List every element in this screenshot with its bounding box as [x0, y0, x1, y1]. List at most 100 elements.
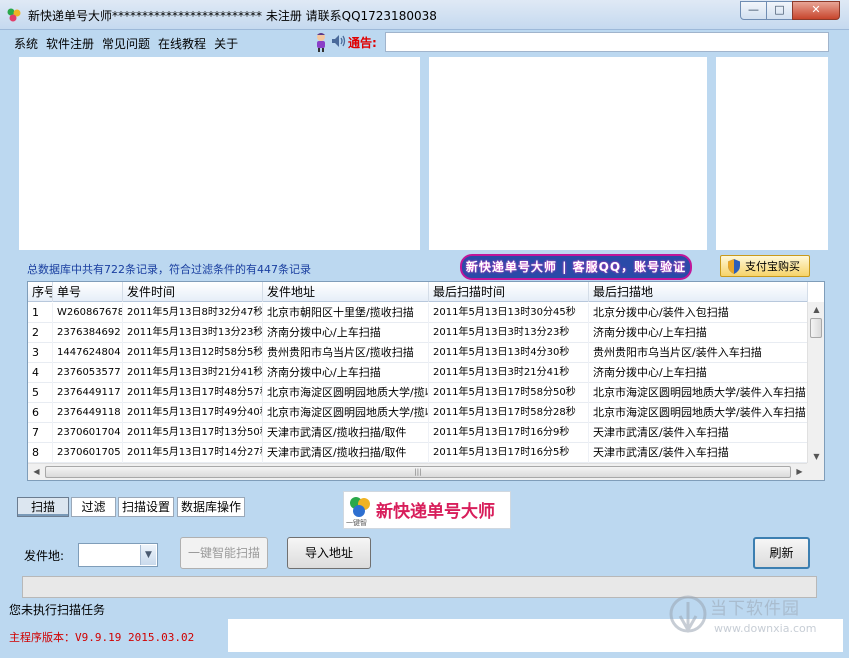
- cell-index: 3: [28, 343, 53, 363]
- logo-subtitle: 一键智: [346, 519, 367, 527]
- from-location-select[interactable]: ▼: [78, 543, 158, 567]
- cell-send-time: 2011年5月13日17时14分27秒: [123, 443, 263, 463]
- scroll-up-icon[interactable]: ▲: [808, 302, 824, 318]
- close-button[interactable]: ✕: [792, 1, 840, 20]
- cell-send-time: 2011年5月13日12时58分5秒: [123, 343, 263, 363]
- vertical-scrollbar[interactable]: ▲ ▼: [807, 302, 824, 465]
- minimize-button[interactable]: —: [740, 1, 767, 20]
- tab-database[interactable]: 数据库操作: [177, 497, 245, 517]
- menu-item-register[interactable]: 软件注册: [46, 35, 94, 51]
- notice-label: 通告:: [348, 36, 377, 50]
- menu-item-faq[interactable]: 常见问题: [102, 35, 150, 51]
- cell-send-address: 北京市海淀区圆明园地质大学/揽收扫描: [263, 403, 429, 423]
- cell-last-scan-time: 2011年5月13日13时4分30秒: [429, 343, 589, 363]
- from-location-label: 发件地:: [24, 549, 65, 563]
- table-row[interactable]: 5 2376449117 2011年5月13日17时48分57秒 北京市海淀区圆明园地…: [28, 383, 808, 403]
- vertical-scroll-thumb[interactable]: [810, 318, 822, 338]
- table-row[interactable]: 7 2370601704 2011年5月13日17时13分50秒 天津市武清区/揽收扫…: [28, 423, 808, 443]
- cell-last-scan-location: 贵州贵阳市乌当片区/装件入车扫描: [589, 343, 808, 363]
- smart-scan-button[interactable]: 一键智能扫描: [180, 537, 268, 569]
- cell-send-time: 2011年5月13日17时13分50秒: [123, 423, 263, 443]
- cell-last-scan-time: 2011年5月13日13时30分45秒: [429, 303, 589, 323]
- table-row[interactable]: 4 2376053577 2011年5月13日3时21分41秒 济南分拨中心/上车扫描…: [28, 363, 808, 383]
- table-body: 1 W260867678 2011年5月13日8时32分47秒 北京市朝阳区十里堡/揽…: [28, 303, 808, 463]
- cell-index: 2: [28, 323, 53, 343]
- column-header-tracking-number[interactable]: 单号: [53, 282, 123, 302]
- column-header-index[interactable]: 序号: [28, 282, 53, 302]
- mascot-icon: [317, 33, 325, 52]
- cell-last-scan-location: 济南分拨中心/上车扫描: [589, 323, 808, 343]
- cell-index: 1: [28, 303, 53, 323]
- table-row[interactable]: 1 W260867678 2011年5月13日8时32分47秒 北京市朝阳区十里堡/揽…: [28, 303, 808, 323]
- left-panel: [19, 57, 420, 250]
- product-logo: 新快递单号大师 一键智: [343, 491, 511, 529]
- chevron-down-icon[interactable]: ▼: [140, 545, 156, 565]
- menu-item-tutorial[interactable]: 在线教程: [158, 35, 206, 51]
- tab-scan-settings[interactable]: 扫描设置: [118, 497, 174, 517]
- cell-send-address: 济南分拨中心/上车扫描: [263, 363, 429, 383]
- horizontal-scroll-thumb[interactable]: |||: [45, 466, 791, 478]
- cell-last-scan-time: 2011年5月13日17时58分28秒: [429, 403, 589, 423]
- tab-filter[interactable]: 过滤: [71, 497, 116, 517]
- table-row[interactable]: 2 2376384692 2011年5月13日3时13分23秒 济南分拨中心/上车扫描…: [28, 323, 808, 343]
- cell-index: 7: [28, 423, 53, 443]
- watermark: 当下软件园 www.downxia.com: [664, 592, 840, 644]
- notice-text-box: [385, 32, 829, 52]
- logo-icon: [350, 497, 370, 517]
- cell-last-scan-time: 2011年5月13日3时21分41秒: [429, 363, 589, 383]
- scroll-left-icon[interactable]: ◀: [28, 464, 45, 480]
- promo-banner[interactable]: 新快递单号大师 | 客服QQ，账号验证: [460, 254, 692, 280]
- cell-last-scan-location: 北京分拨中心/装件入包扫描: [589, 303, 808, 323]
- app-icon: [7, 8, 21, 22]
- import-address-button[interactable]: 导入地址: [287, 537, 371, 569]
- cell-last-scan-location: 北京市海淀区圆明园地质大学/装件入车扫描: [589, 403, 808, 423]
- shield-icon: [728, 258, 740, 274]
- table-row[interactable]: 6 2376449118 2011年5月13日17时49分40秒 北京市海淀区圆明园地…: [28, 403, 808, 423]
- cell-send-address: 北京市朝阳区十里堡/揽收扫描: [263, 303, 429, 323]
- table-row[interactable]: 3 1447624804 2011年5月13日12时58分5秒 贵州贵阳市乌当片区/揽…: [28, 343, 808, 363]
- cell-send-address: 贵州贵阳市乌当片区/揽收扫描: [263, 343, 429, 363]
- maximize-button[interactable]: □: [766, 1, 793, 20]
- table-row[interactable]: 8 2370601705 2011年5月13日17时14分27秒 天津市武清区/揽收扫…: [28, 443, 808, 463]
- cell-tracking-number: 2376449117: [53, 383, 123, 403]
- cell-index: 4: [28, 363, 53, 383]
- cell-tracking-number: 2370601704: [53, 423, 123, 443]
- scrollbar-corner: [807, 463, 824, 480]
- cell-tracking-number: 2376449118: [53, 403, 123, 423]
- cell-last-scan-location: 天津市武清区/装件入车扫描: [589, 443, 808, 463]
- tab-scan[interactable]: 扫描: [17, 497, 69, 517]
- record-summary: 总数据库中共有722条记录，符合过滤条件的有447条记录: [27, 263, 311, 276]
- column-header-send-time[interactable]: 发件时间: [123, 282, 263, 302]
- menu-item-about[interactable]: 关于: [214, 35, 238, 51]
- watermark-url: www.downxia.com: [714, 622, 817, 635]
- column-header-last-scan-location[interactable]: 最后扫描地: [589, 282, 808, 302]
- cell-send-address: 天津市武清区/揽收扫描/取件: [263, 423, 429, 443]
- cell-send-time: 2011年5月13日3时21分41秒: [123, 363, 263, 383]
- alipay-purchase-button[interactable]: 支付宝购买: [720, 255, 810, 277]
- menu-item-system[interactable]: 系统: [14, 35, 38, 51]
- cell-index: 8: [28, 443, 53, 463]
- cell-send-time: 2011年5月13日3时13分23秒: [123, 323, 263, 343]
- cell-last-scan-time: 2011年5月13日17时58分50秒: [429, 383, 589, 403]
- cell-tracking-number: 2376384692: [53, 323, 123, 343]
- cell-last-scan-time: 2011年5月13日17时16分9秒: [429, 423, 589, 443]
- cell-send-time: 2011年5月13日8时32分47秒: [123, 303, 263, 323]
- cell-send-address: 天津市武清区/揽收扫描/取件: [263, 443, 429, 463]
- version-text: 主程序版本：V9.9.19 2015.03.02: [9, 631, 195, 644]
- cell-tracking-number: 2376053577: [53, 363, 123, 383]
- cell-tracking-number: W260867678: [53, 303, 123, 323]
- right-panel: [716, 57, 828, 250]
- table-header: 序号 单号 发件时间 发件地址 最后扫描时间 最后扫描地: [28, 282, 808, 302]
- column-header-send-address[interactable]: 发件地址: [263, 282, 429, 302]
- scroll-right-icon[interactable]: ▶: [791, 464, 808, 480]
- horizontal-scrollbar[interactable]: ◀ ||| ▶: [28, 463, 808, 480]
- cell-index: 5: [28, 383, 53, 403]
- cell-last-scan-location: 天津市武清区/装件入车扫描: [589, 423, 808, 443]
- column-header-last-scan-time[interactable]: 最后扫描时间: [429, 282, 589, 302]
- cell-last-scan-location: 济南分拨中心/上车扫描: [589, 363, 808, 383]
- status-text: 您未执行扫描任务: [9, 603, 106, 617]
- menu-bar: 系统 软件注册 常见问题 在线教程 关于: [14, 35, 238, 51]
- middle-panel: [429, 57, 707, 250]
- refresh-button[interactable]: 刷新: [753, 537, 810, 569]
- cell-index: 6: [28, 403, 53, 423]
